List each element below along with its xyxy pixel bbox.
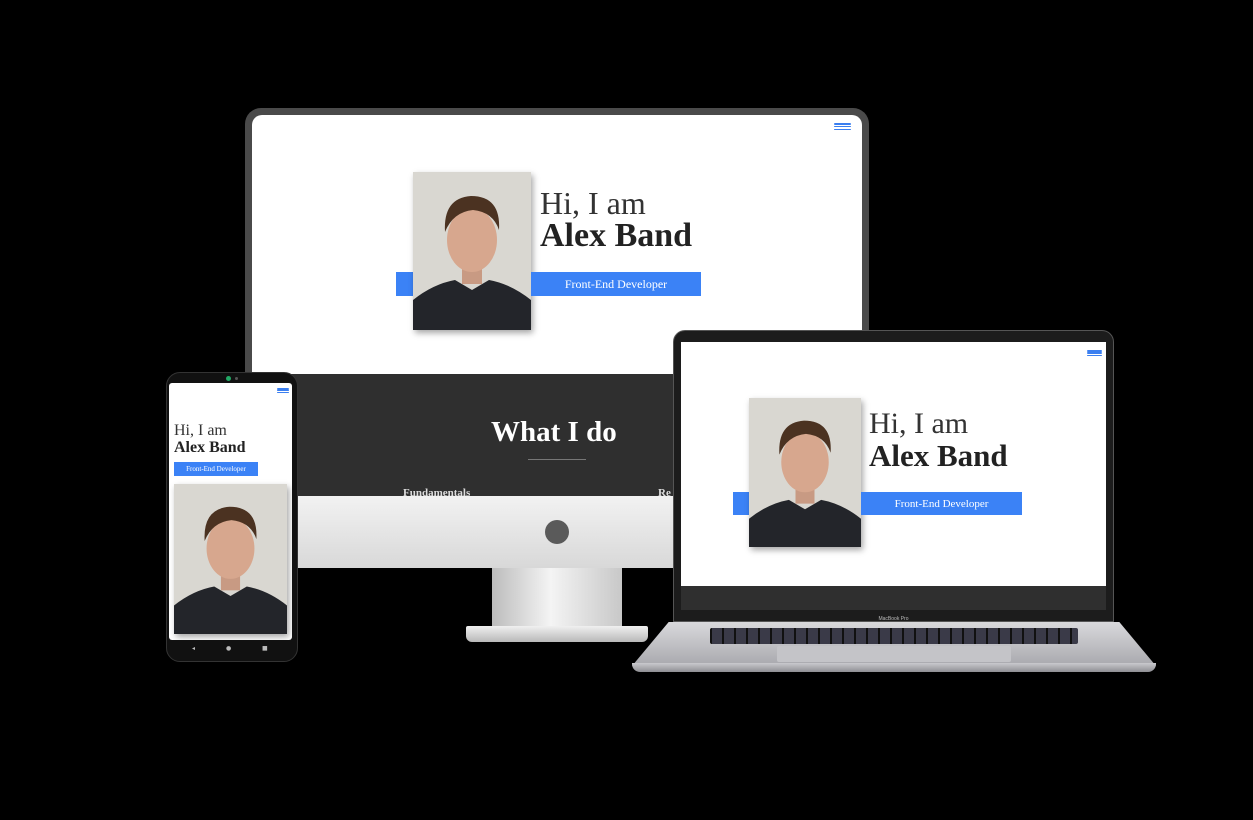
laptop-base-edge	[632, 663, 1156, 672]
monitor-base	[466, 626, 648, 642]
laptop-screen: Hi, I am Alex Band Front-End Developer	[681, 342, 1106, 610]
laptop-brand-label: MacBook Pro	[878, 616, 909, 622]
hero-greeting: Hi, I am	[869, 407, 969, 440]
apple-logo-icon	[545, 520, 569, 544]
back-nav-icon[interactable]: ◂	[192, 645, 195, 652]
section-divider	[528, 459, 586, 460]
hero-role-badge: Front-End Developer	[861, 492, 1022, 515]
monitor-chin	[298, 496, 674, 568]
hero-role-badge: Front-End Developer	[174, 462, 258, 476]
dark-section	[681, 586, 1106, 610]
hero-name: Alex Band	[869, 438, 1008, 473]
home-nav-icon[interactable]: ●	[226, 645, 231, 652]
menu-icon[interactable]	[1087, 350, 1102, 356]
laptop-keyboard	[710, 628, 1078, 644]
phone-camera-icon	[226, 376, 231, 381]
hero-name: Alex Band	[540, 217, 693, 254]
hero-greeting: Hi, I am	[174, 422, 227, 439]
menu-icon[interactable]	[277, 388, 289, 393]
hero-greeting: Hi, I am	[540, 185, 646, 221]
hero-name: Alex Band	[174, 439, 246, 456]
profile-photo	[413, 172, 531, 330]
phone-sensor	[235, 377, 238, 380]
monitor-stand	[492, 568, 622, 628]
phone-screen: Hi, I am Alex Band Front-End Developer	[169, 383, 292, 640]
profile-photo	[174, 484, 287, 634]
laptop-trackpad	[777, 646, 1011, 662]
section-title: What I do	[491, 416, 617, 448]
menu-icon[interactable]	[834, 123, 851, 130]
profile-photo	[749, 398, 861, 547]
recent-apps-nav-icon[interactable]: ■	[262, 645, 268, 652]
hero-role-badge: Front-End Developer	[531, 272, 701, 296]
